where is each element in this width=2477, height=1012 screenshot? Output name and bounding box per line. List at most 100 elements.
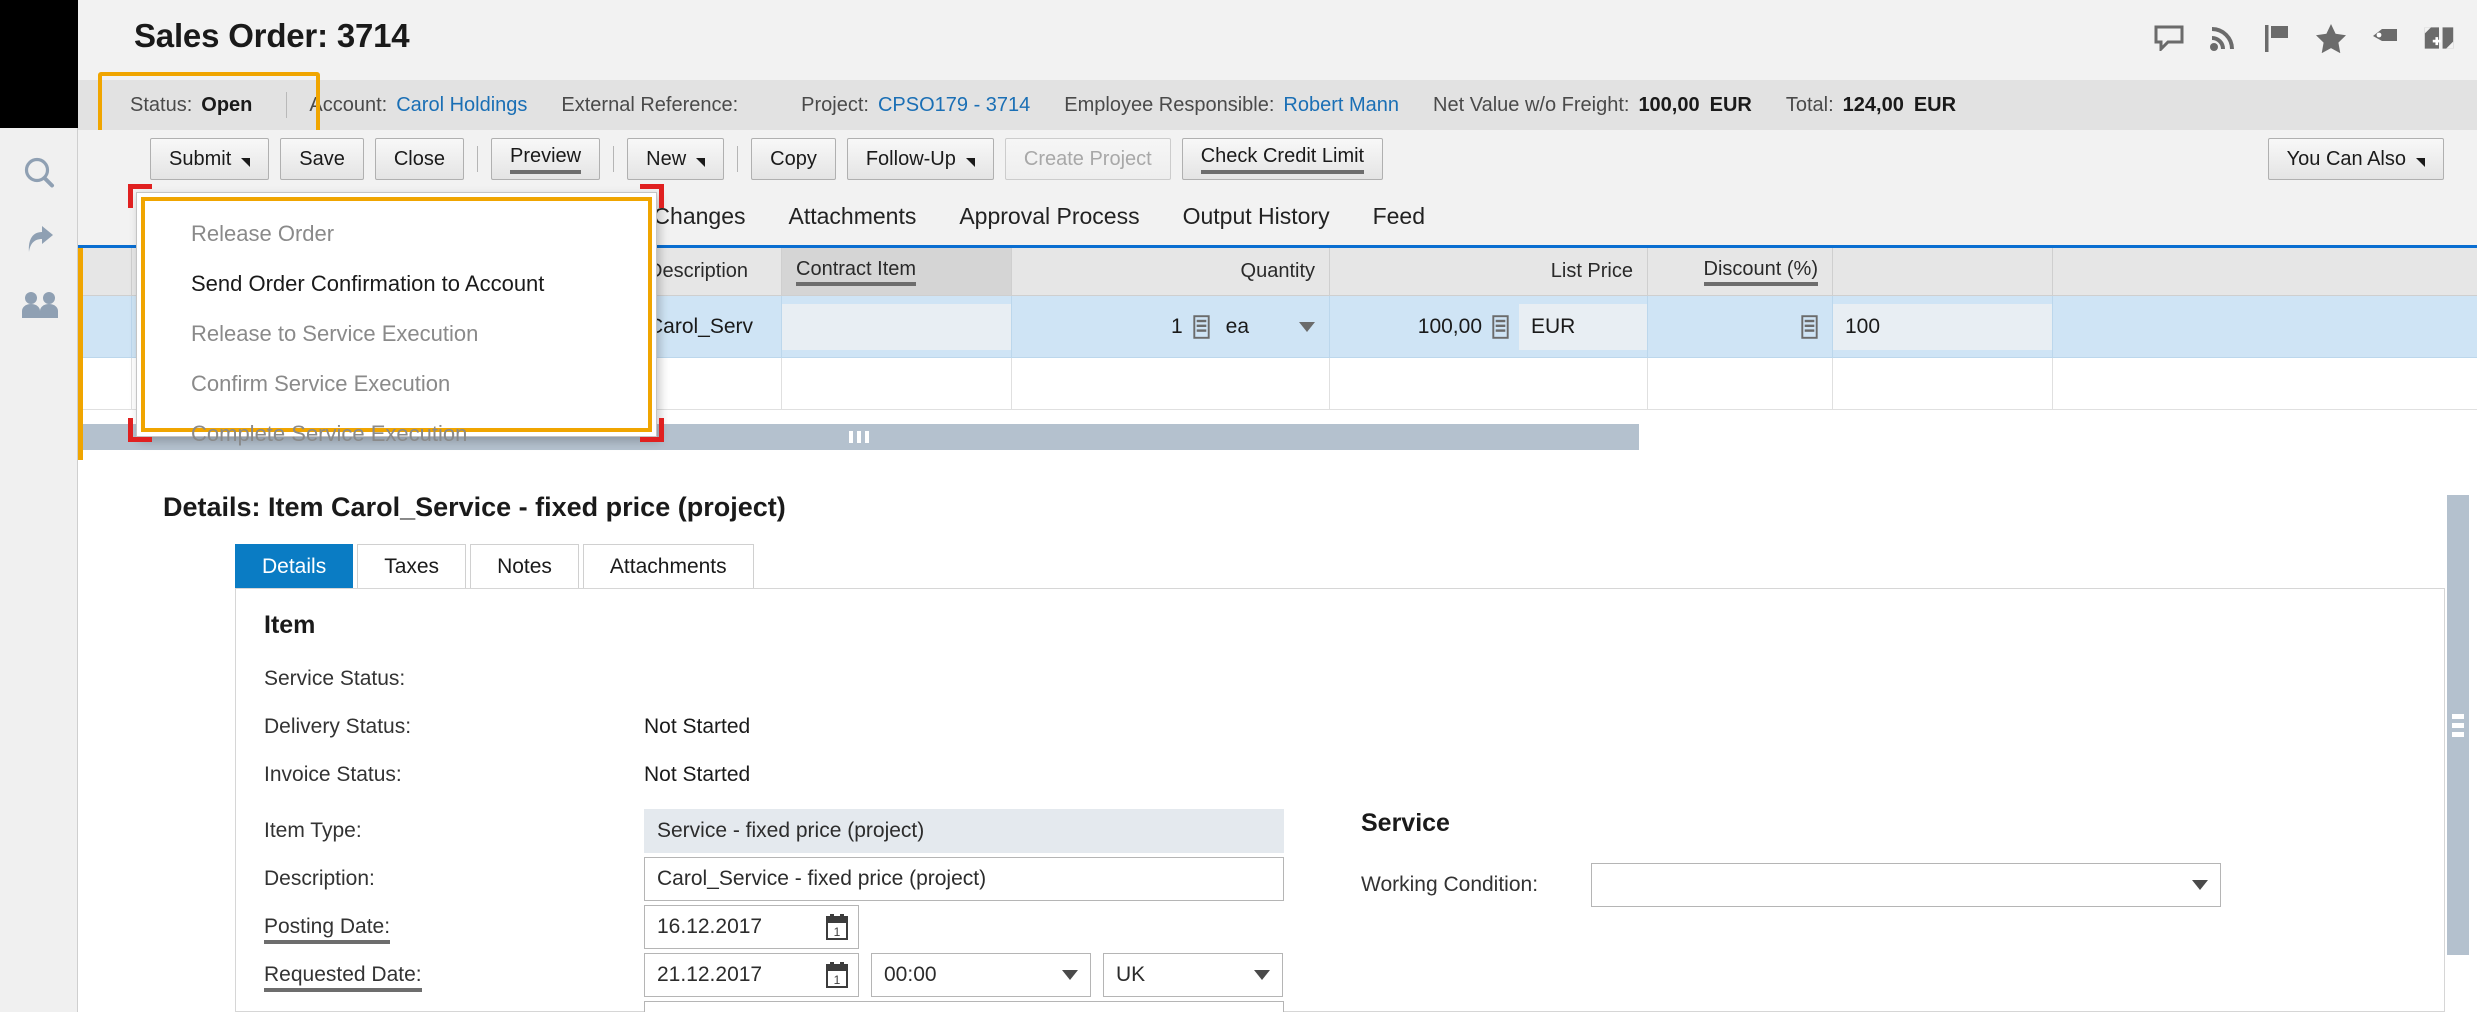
- close-button[interactable]: Close: [374, 138, 464, 180]
- invoice-status-value: Not Started: [644, 763, 751, 786]
- menu-item-send-order-confirmation-to-account[interactable]: Send Order Confirmation to Account: [191, 271, 544, 297]
- tab-details[interactable]: Details: [235, 544, 354, 588]
- tab-approval-process[interactable]: Approval Process: [959, 203, 1139, 230]
- th-contract-item[interactable]: Contract Item: [782, 248, 1012, 295]
- row-net-value-cell[interactable]: 100: [1833, 296, 2053, 357]
- you-can-also-button[interactable]: You Can Also: [2267, 138, 2444, 180]
- scrollbar-grip-icon: [2452, 713, 2464, 737]
- row-unit-chevron-down-icon[interactable]: [1299, 321, 1315, 332]
- save-button[interactable]: Save: [280, 138, 364, 180]
- tab-taxes[interactable]: Taxes: [357, 544, 467, 588]
- item-section-title: Item: [264, 611, 316, 639]
- row-list-price-value[interactable]: 100,00: [1418, 315, 1482, 339]
- check-credit-limit-button[interactable]: Check Credit Limit: [1181, 138, 1384, 180]
- details-panel: Details: Item Carol_Service - fixed pric…: [78, 460, 2477, 1012]
- account-label: Account:: [309, 93, 388, 116]
- svg-text:1: 1: [834, 925, 841, 939]
- empty-cell: [1330, 358, 1648, 409]
- tab-changes[interactable]: Changes: [653, 203, 745, 230]
- th-discount[interactable]: Discount (%): [1648, 248, 1833, 295]
- svg-text:1: 1: [834, 973, 841, 987]
- tab-attachments[interactable]: Attachments: [789, 203, 917, 230]
- requested-date-input[interactable]: 21.12.2017 1: [644, 953, 859, 997]
- search-icon[interactable]: [16, 150, 64, 198]
- row-select-cell[interactable]: [78, 296, 132, 357]
- row-currency-input[interactable]: EUR: [1519, 303, 1647, 350]
- th-list-price[interactable]: List Price: [1330, 248, 1648, 295]
- tab-output-history[interactable]: Output History: [1183, 203, 1330, 230]
- feed-icon[interactable]: [2207, 22, 2239, 54]
- row-contract-item-cell[interactable]: [782, 296, 1012, 357]
- row-contract-item-input[interactable]: [782, 303, 1011, 350]
- preview-button[interactable]: Preview: [490, 138, 601, 180]
- tab-feed[interactable]: Feed: [1373, 203, 1425, 230]
- submit-dropdown-menu[interactable]: Release Order Send Order Confirmation to…: [136, 192, 657, 446]
- requested-date-label: Requested Date:: [264, 963, 644, 992]
- row-unit-value[interactable]: ea: [1226, 315, 1249, 339]
- working-condition-label: Working Condition:: [1361, 873, 1539, 896]
- calendar-icon: 1: [826, 962, 848, 988]
- details-tab-bar: Details Taxes Notes Attachments: [235, 544, 758, 588]
- row-list-price-cell[interactable]: 100,00 EUR: [1330, 296, 1648, 357]
- project-link[interactable]: CPSO179 - 3714: [878, 94, 1030, 117]
- value-help-icon: [1801, 314, 1818, 339]
- status-value: Open: [201, 93, 253, 116]
- people-icon[interactable]: [16, 282, 64, 330]
- th-contract-item-label: Contract Item: [796, 258, 917, 286]
- status-label: Status:: [130, 93, 193, 116]
- th-quantity[interactable]: Quantity: [1012, 248, 1330, 295]
- menu-item-complete-service-execution: Complete Service Execution: [191, 421, 468, 446]
- favorite-star-icon[interactable]: [2315, 22, 2347, 54]
- chevron-down-icon: [241, 157, 251, 167]
- share-icon[interactable]: [16, 215, 64, 263]
- th-discount-label: Discount (%): [1703, 258, 1818, 286]
- submit-button[interactable]: Submit: [150, 138, 270, 180]
- empty-cell: [1012, 358, 1330, 409]
- tag-icon[interactable]: [2369, 22, 2401, 54]
- row-discount-cell[interactable]: [1648, 296, 1833, 357]
- empty-cell: [1833, 358, 2053, 409]
- working-condition-select[interactable]: [1591, 863, 2221, 907]
- sales-order-screen: Sales Order: 3714 Status: Open Account: …: [0, 0, 2477, 1012]
- description-label: Description:: [264, 867, 375, 890]
- posting-date-label-text: Posting Date:: [264, 915, 391, 944]
- requested-time-select[interactable]: 00:00: [871, 953, 1091, 997]
- new-button[interactable]: New: [627, 138, 725, 180]
- follow-up-button[interactable]: Follow-Up: [846, 138, 994, 180]
- value-help-icon: [1192, 314, 1210, 339]
- flag-icon[interactable]: [2261, 22, 2293, 54]
- posting-date-input[interactable]: 16.12.2017 1: [644, 905, 859, 949]
- service-status-row: Service Status:: [264, 667, 644, 691]
- description-row: Description: Carol_Service - fixed price…: [264, 857, 1284, 901]
- net-value-field: Net Value w/o Freight: 100,00 EUR: [1433, 94, 1752, 117]
- left-rail: [0, 0, 78, 1012]
- reason-for-rejection-select[interactable]: [644, 1001, 1284, 1012]
- copy-button[interactable]: Copy: [751, 138, 836, 180]
- vertical-scrollbar[interactable]: [2447, 495, 2469, 955]
- status-field: Status: Open: [130, 94, 252, 117]
- project-field: Project: CPSO179 - 3714: [801, 94, 1030, 117]
- add-page-icon[interactable]: [2423, 22, 2455, 54]
- row-net-value-input[interactable]: 100: [1833, 303, 2052, 350]
- reason-for-rejection-row: Reason for Rejection:: [264, 1001, 1284, 1012]
- note-icon[interactable]: [2153, 22, 2185, 54]
- service-section-title: Service: [1361, 809, 1450, 837]
- net-value-currency: EUR: [1709, 93, 1752, 116]
- description-input[interactable]: Carol_Service - fixed price (project): [644, 857, 1284, 901]
- calendar-icon: 1: [826, 914, 848, 940]
- empty-cell: [1648, 358, 1833, 409]
- submit-button-label: Submit: [169, 147, 232, 170]
- create-project-button-label: Create Project: [1023, 147, 1152, 170]
- row-quantity-value[interactable]: 1: [1171, 315, 1183, 339]
- requested-timezone-select[interactable]: UK: [1103, 953, 1283, 997]
- posting-date-value: 16.12.2017: [657, 915, 763, 938]
- tab-detail-attachments[interactable]: Attachments: [582, 544, 754, 588]
- employee-responsible-link[interactable]: Robert Mann: [1283, 94, 1399, 117]
- net-value-amount: 100,00: [1638, 93, 1700, 116]
- row-quantity-cell[interactable]: 1 ea: [1012, 296, 1330, 357]
- follow-up-button-label: Follow-Up: [865, 147, 956, 170]
- tab-notes[interactable]: Notes: [470, 544, 579, 588]
- total-field: Total: 124,00 EUR: [1786, 94, 1956, 117]
- requested-date-label-text: Requested Date:: [264, 963, 422, 992]
- account-link[interactable]: Carol Holdings: [396, 94, 527, 117]
